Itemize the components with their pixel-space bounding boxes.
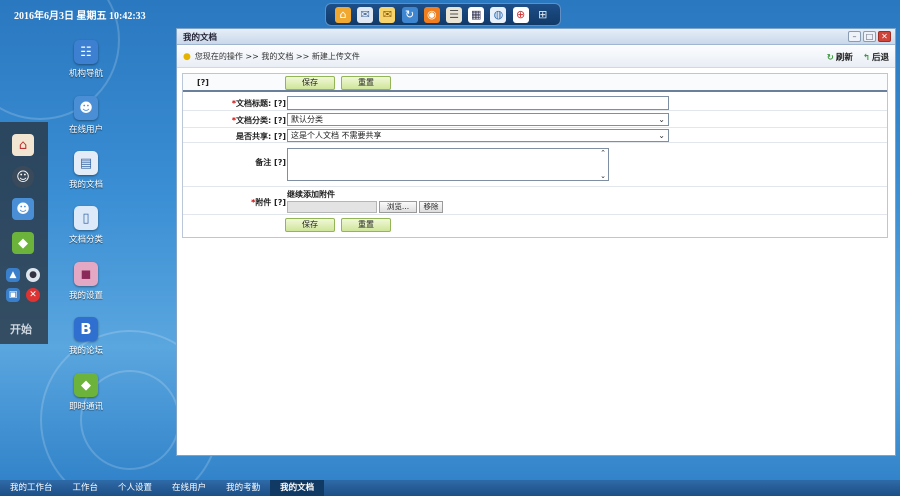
users-icon[interactable]: ☻: [12, 198, 34, 220]
globe-icon[interactable]: ◍: [490, 6, 507, 23]
desktop-icon-users[interactable]: ☻ 在线用户: [56, 96, 116, 135]
refresh-button[interactable]: ↻ 刷新: [827, 51, 853, 63]
desktop-icon-docs[interactable]: ▤ 我的文档: [56, 151, 116, 190]
file-path-input[interactable]: [287, 201, 377, 213]
users-icon: ☻: [74, 96, 98, 120]
back-button[interactable]: ↰ 后退: [863, 51, 889, 63]
rss-icon[interactable]: ◉: [423, 6, 440, 23]
notes-icon[interactable]: ☰: [446, 6, 463, 23]
avatar[interactable]: ☺: [12, 166, 34, 188]
desktop-icon-label: 机构导航: [68, 69, 103, 79]
share-label: 是否共享: [?]: [236, 132, 286, 141]
bubble-icon[interactable]: ●: [26, 268, 40, 282]
forum-icon: B: [74, 317, 98, 341]
reset-button[interactable]: 重置: [341, 218, 391, 232]
refresh-icon: ↻: [826, 53, 834, 63]
title-label: *文档标题: [?]: [231, 99, 286, 108]
taskbar-item-personal-settings[interactable]: 个人设置: [108, 480, 162, 496]
share-value: 这是个人文档 不需要共享: [291, 131, 382, 140]
close-icon[interactable]: ✕: [26, 288, 40, 302]
grid-icon[interactable]: ⊞: [535, 7, 551, 23]
desktop-icon-label: 即时通讯: [68, 402, 103, 412]
home-dock-icon[interactable]: ⌂: [12, 134, 34, 156]
category-value: 默认分类: [291, 115, 323, 124]
title-input[interactable]: [287, 96, 669, 110]
desktop-icon-label: 文档分类: [68, 235, 103, 245]
close-icon[interactable]: ✕: [878, 31, 891, 42]
chevron-down-icon: ⌄: [658, 115, 665, 124]
taskbar-item-workbench[interactable]: 我的工作台: [0, 480, 63, 496]
taskbar-item-my-documents[interactable]: 我的文档: [270, 480, 325, 496]
lightbulb-icon: ●: [183, 51, 191, 62]
desktop-icon-settings[interactable]: ◼ 我的设置: [56, 262, 116, 301]
desktop-icon-label: 我的论坛: [68, 346, 103, 356]
add-attachment-link[interactable]: 继续添加附件: [287, 189, 335, 200]
calendar-icon[interactable]: ▦: [468, 6, 485, 23]
folder-icon: ▯: [74, 206, 98, 230]
share-select[interactable]: 这是个人文档 不需要共享 ⌄: [287, 129, 669, 142]
back-arrow-icon: ↰: [862, 53, 870, 63]
remove-button[interactable]: 移除: [419, 201, 443, 213]
documents-window: 我的文档 – □ ✕ ● 您现在的操作 >> 我的文档 >> 新建上传文件 ↻ 刷…: [176, 28, 896, 456]
category-label: *文档分类: [?]: [231, 116, 286, 125]
back-label: 后退: [871, 53, 889, 63]
taskbar-item-attendance[interactable]: 我的考勤: [216, 480, 270, 496]
home-icon[interactable]: ⌂: [335, 6, 352, 23]
left-dock: ⌂ ☺ ☻ ◆ ▲ ● ▣ ✕ 开始: [0, 122, 48, 344]
form-row-attachment: *附件 [?] 继续添加附件 浏览... 移除: [183, 187, 887, 215]
maximize-icon[interactable]: □: [863, 31, 876, 42]
envelope-icon[interactable]: ✉: [379, 6, 396, 23]
desktop-icon-chat[interactable]: ◆ 即时通讯: [56, 373, 116, 412]
breadcrumb-bar: ● 您现在的操作 >> 我的文档 >> 新建上传文件 ↻ 刷新 ↰ 后退: [177, 46, 895, 68]
save-button[interactable]: 保存: [285, 218, 335, 232]
refresh-icon[interactable]: ↻: [401, 6, 418, 23]
form-row-note: 备注 [?] ⌃ ⌄: [183, 143, 887, 187]
window-controls: – □ ✕: [848, 31, 891, 42]
desktop-icon-category[interactable]: ▯ 文档分类: [56, 206, 116, 245]
settings-icon: ◼: [74, 262, 98, 286]
chat-icon: ◆: [74, 373, 98, 397]
photo-icon[interactable]: ▲: [6, 268, 20, 282]
desktop-icon-label: 我的设置: [68, 291, 103, 301]
breadcrumb: 您现在的操作 >> 我的文档 >> 新建上传文件: [194, 52, 360, 61]
attachment-label: *附件 [?]: [251, 198, 286, 207]
help-link[interactable]: [?]: [197, 78, 209, 87]
desktop-icon-org[interactable]: ☷ 机构导航: [56, 40, 116, 79]
window-icon[interactable]: ▣: [6, 288, 20, 302]
window-title[interactable]: 我的文档: [177, 29, 895, 45]
taskbar-item-online-users[interactable]: 在线用户: [162, 480, 216, 496]
quick-launch-bar: ⌂ ✉ ✉ ↻ ◉ ☰ ▦ ◍ ⊕ ⊞: [325, 3, 561, 26]
taskbar: 我的工作台 工作台 个人设置 在线用户 我的考勤 我的文档: [0, 480, 900, 496]
form-row-category: *文档分类: [?] 默认分类 ⌄: [183, 111, 887, 128]
refresh-label: 刷新: [835, 53, 853, 63]
taskbar-item-workspace[interactable]: 工作台: [63, 480, 109, 496]
chat-icon[interactable]: ◆: [12, 232, 34, 254]
desktop-icon-label: 在线用户: [68, 125, 103, 135]
start-button[interactable]: 开始: [10, 321, 32, 337]
form-row-share: 是否共享: [?] 这是个人文档 不需要共享 ⌄: [183, 128, 887, 143]
scroll-up-icon[interactable]: ⌃: [600, 149, 606, 157]
form-row-title: *文档标题: [?]: [183, 94, 887, 111]
reset-button-top[interactable]: 重置: [341, 76, 391, 90]
browse-button[interactable]: 浏览...: [379, 201, 417, 213]
lifebuoy-icon[interactable]: ⊕: [512, 6, 529, 23]
minimize-icon[interactable]: –: [848, 31, 861, 42]
clock: 2016年6月3日 星期五 10:42:33: [14, 11, 146, 22]
note-label: 备注 [?]: [255, 158, 286, 167]
document-icon: ▤: [74, 151, 98, 175]
upload-form: [?] 保存 重置 *文档标题: [?] *文档分类: [?] 默认分类 ⌄ 是…: [182, 73, 888, 238]
mail-open-icon[interactable]: ✉: [357, 6, 374, 23]
save-button-top[interactable]: 保存: [285, 76, 335, 90]
category-select[interactable]: 默认分类 ⌄: [287, 113, 669, 126]
note-textarea[interactable]: ⌃ ⌄: [287, 148, 609, 181]
org-icon: ☷: [74, 40, 98, 64]
desktop-icon-forum[interactable]: B 我的论坛: [56, 317, 116, 356]
form-toolbar: [?] 保存 重置: [183, 74, 887, 92]
chevron-down-icon: ⌄: [658, 131, 665, 140]
scroll-down-icon[interactable]: ⌄: [600, 172, 606, 180]
desktop-icon-label: 我的文档: [68, 180, 103, 190]
